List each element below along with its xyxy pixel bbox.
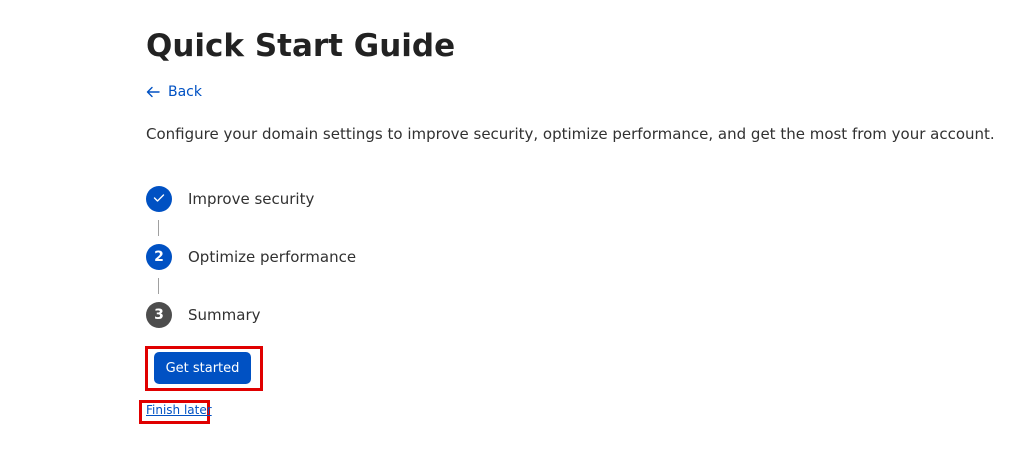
- quick-start-page: Quick Start Guide Back Configure your do…: [0, 0, 1012, 476]
- arrow-left-icon: [146, 86, 160, 98]
- step-number-marker: 2: [146, 244, 172, 270]
- page-description: Configure your domain settings to improv…: [146, 125, 995, 143]
- get-started-button[interactable]: Get started: [154, 352, 251, 384]
- back-link-label: Back: [168, 84, 202, 100]
- step-connector: [158, 220, 159, 236]
- step-label: Optimize performance: [188, 248, 357, 266]
- step-label: Improve security: [188, 190, 315, 208]
- step-summary: 3 Summary: [146, 302, 261, 328]
- step-optimize-performance: 2 Optimize performance: [146, 244, 356, 270]
- step-number-marker: 3: [146, 302, 172, 328]
- finish-later-link[interactable]: Finish later: [146, 402, 212, 418]
- step-connector: [158, 278, 159, 294]
- checkmark-icon: [153, 191, 165, 207]
- back-link[interactable]: Back: [146, 82, 202, 102]
- page-title: Quick Start Guide: [146, 28, 456, 64]
- step-label: Summary: [188, 306, 261, 324]
- step-completed-marker: [146, 186, 172, 212]
- step-improve-security: Improve security: [146, 186, 314, 212]
